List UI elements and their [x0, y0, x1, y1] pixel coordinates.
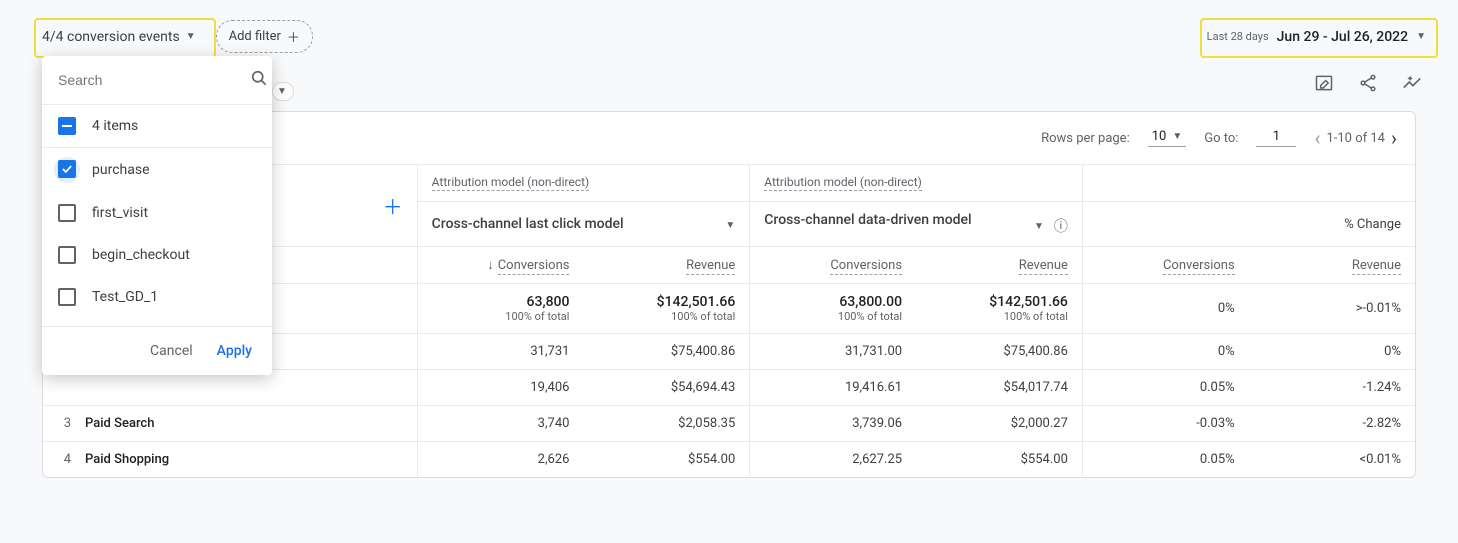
items-summary: 4 items — [92, 118, 138, 134]
share-icon[interactable] — [1356, 71, 1380, 95]
model-b-select[interactable]: Cross-channel data-driven model — [764, 212, 971, 228]
chevron-down-icon: ▼ — [277, 86, 287, 97]
col-conversions-change[interactable]: Conversions — [1082, 247, 1248, 284]
checkbox-icon — [58, 288, 76, 306]
option-begin-checkout[interactable]: begin_checkout — [42, 234, 272, 276]
pct-change-header: % Change — [1344, 217, 1401, 232]
conversion-events-panel: 4 items purchase first_visit begin_check… — [42, 56, 272, 375]
checkbox-indeterminate-icon — [58, 117, 76, 135]
info-icon[interactable]: ⓘ — [1054, 216, 1068, 236]
search-icon[interactable] — [249, 68, 269, 92]
col-revenue-b[interactable]: Revenue — [916, 247, 1082, 284]
cancel-button[interactable]: Cancel — [150, 343, 193, 359]
goto-input[interactable]: 1 — [1256, 129, 1296, 147]
add-dimension-button[interactable]: ＋ — [383, 191, 403, 220]
table-row[interactable]: 3Paid Search 3,740 $2,058.35 3,739.06 $2… — [43, 406, 1415, 442]
plus-icon: ＋ — [287, 27, 300, 46]
rows-per-page-label: Rows per page: — [1041, 131, 1130, 146]
option-first-visit[interactable]: first_visit — [42, 192, 272, 234]
next-page-button[interactable]: › — [1391, 126, 1397, 150]
attribution-label: Attribution model (non-direct) — [432, 175, 590, 191]
attribution-label: Attribution model (non-direct) — [764, 175, 922, 191]
chevron-down-icon: ▼ — [1416, 31, 1426, 42]
apply-button[interactable]: Apply — [217, 343, 252, 359]
insights-icon[interactable] — [1400, 71, 1424, 95]
date-range-label: Last 28 days — [1207, 30, 1269, 43]
col-revenue-a[interactable]: Revenue — [583, 247, 749, 284]
date-range-value: Jun 29 - Jul 26, 2022 — [1277, 29, 1408, 45]
chevron-down-icon: ▼ — [186, 31, 196, 42]
col-revenue-change[interactable]: Revenue — [1249, 247, 1415, 284]
checkbox-icon — [58, 204, 76, 222]
option-label: first_visit — [92, 205, 148, 221]
collapsed-chip[interactable]: ▼ — [272, 82, 294, 101]
rows-per-page-select[interactable]: 10 ▼ — [1148, 129, 1187, 147]
select-all-row[interactable]: 4 items — [42, 104, 272, 147]
model-a-select[interactable]: Cross-channel last click model — [432, 216, 624, 232]
chevron-down-icon: ▼ — [725, 220, 735, 231]
col-conversions-a[interactable]: ↓Conversions — [417, 247, 583, 284]
goto-label: Go to: — [1204, 131, 1238, 146]
conversion-events-dropdown[interactable]: 4/4 conversion events ▼ — [32, 23, 206, 51]
option-label: begin_checkout — [92, 247, 190, 263]
chevron-down-icon: ▼ — [1172, 131, 1182, 142]
search-input[interactable] — [56, 71, 241, 89]
chevron-down-icon: ▼ — [1034, 221, 1044, 232]
conversion-events-label: 4/4 conversion events — [42, 29, 180, 45]
option-test-gd-1[interactable]: Test_GD_1 — [42, 276, 272, 326]
page-range: 1-10 of 14 — [1326, 131, 1385, 146]
option-purchase[interactable]: purchase — [42, 147, 272, 192]
date-range-picker[interactable]: Last 28 days Jun 29 - Jul 26, 2022 ▼ — [1207, 29, 1426, 45]
option-label: Test_GD_1 — [92, 289, 158, 305]
add-filter-label: Add filter — [229, 29, 281, 44]
option-label: purchase — [92, 162, 150, 178]
add-filter-button[interactable]: Add filter ＋ — [216, 20, 313, 53]
table-row[interactable]: 4Paid Shopping 2,626 $554.00 2,627.25 $5… — [43, 442, 1415, 478]
checkbox-icon — [58, 246, 76, 264]
prev-page-button[interactable]: ‹ — [1314, 126, 1320, 150]
edit-comparison-icon[interactable] — [1312, 71, 1336, 95]
col-conversions-b[interactable]: Conversions — [750, 247, 916, 284]
sort-desc-icon: ↓ — [487, 258, 494, 273]
checkbox-checked-icon — [58, 160, 76, 178]
